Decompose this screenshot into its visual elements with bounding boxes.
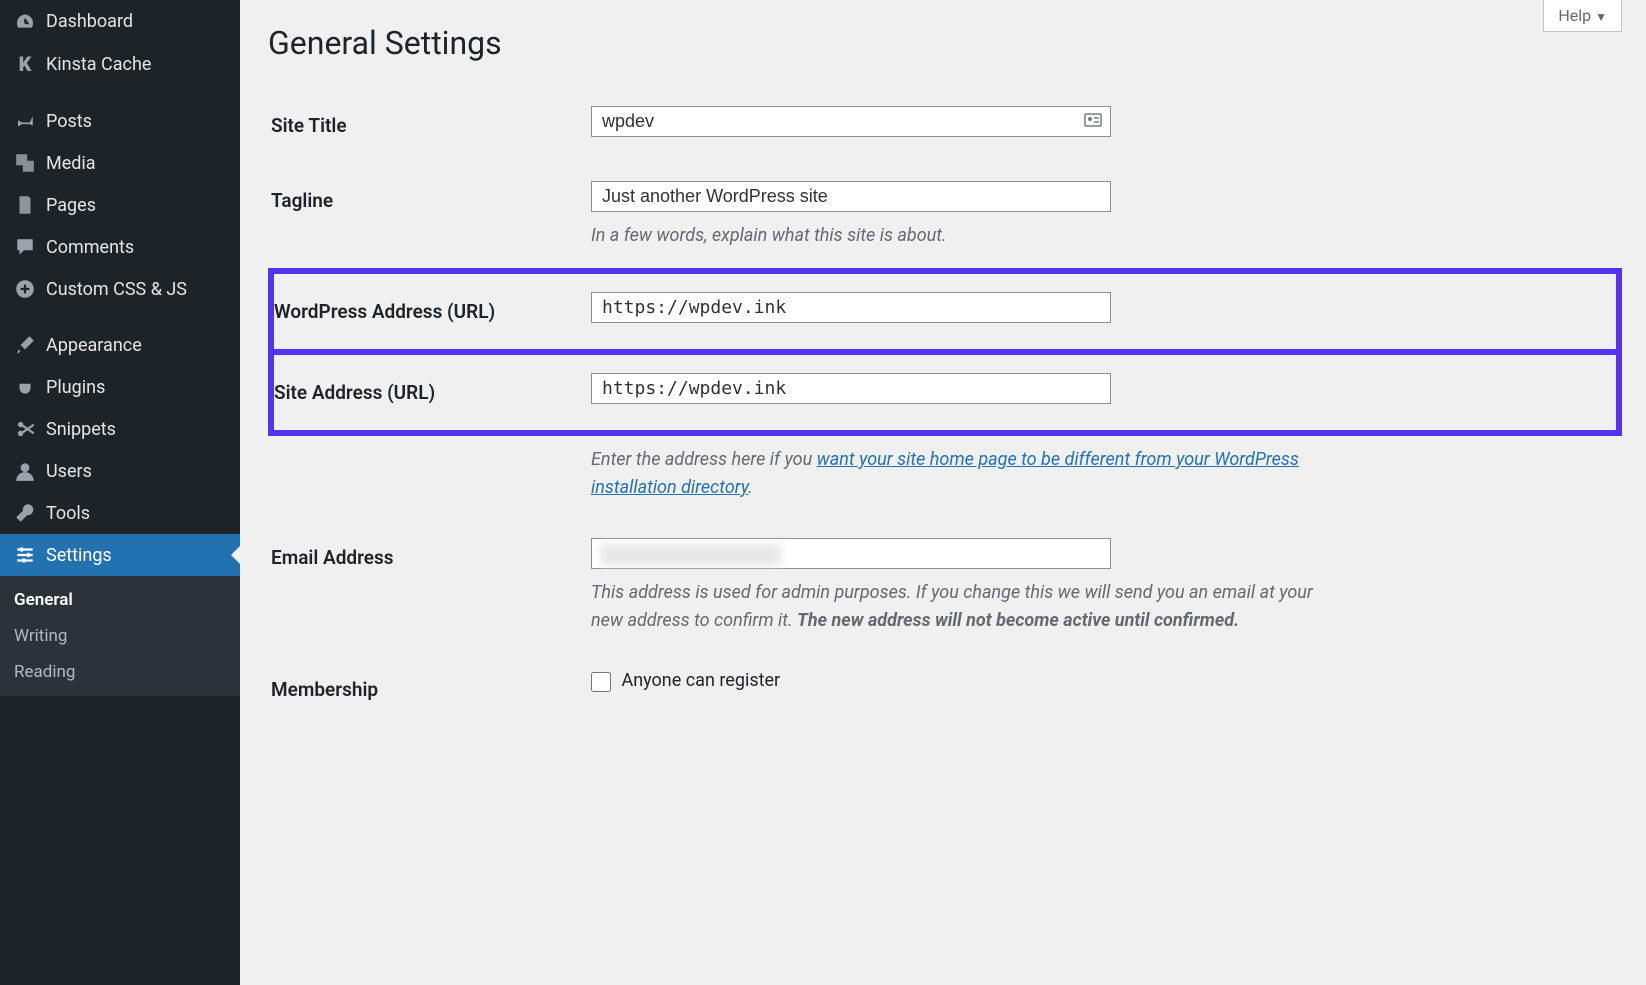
sidebar-item-comments[interactable]: Comments: [0, 226, 240, 268]
sidebar-item-pages[interactable]: Pages: [0, 184, 240, 226]
submenu-item-general[interactable]: General: [0, 582, 240, 618]
kinsta-icon: K: [10, 52, 40, 76]
comments-icon: [10, 236, 40, 258]
sidebar-item-label: Comments: [40, 237, 134, 258]
sidebar-item-label: Posts: [40, 111, 92, 132]
sidebar-separator: [0, 310, 240, 324]
sidebar-item-label: Kinsta Cache: [40, 54, 151, 75]
site-title-input[interactable]: [591, 106, 1111, 137]
sidebar-item-label: Appearance: [40, 335, 142, 356]
sidebar-item-kinsta-cache[interactable]: K Kinsta Cache: [0, 42, 240, 86]
sliders-icon: [10, 544, 40, 566]
site-url-input[interactable]: [591, 373, 1111, 404]
sidebar-item-plugins[interactable]: Plugins: [0, 366, 240, 408]
settings-form: Site Title Tagline In a few words, expla…: [268, 88, 1622, 727]
sidebar-item-label: Snippets: [40, 419, 116, 440]
tagline-description: In a few words, explain what this site i…: [591, 222, 1331, 250]
sidebar-item-snippets[interactable]: Snippets: [0, 408, 240, 450]
sidebar-item-label: Users: [40, 461, 92, 482]
anyone-can-register-checkbox[interactable]: [591, 672, 611, 692]
plug-icon: [10, 376, 40, 398]
pages-icon: [10, 194, 40, 216]
dashboard-icon: [10, 10, 40, 32]
sidebar-item-custom-css-js[interactable]: Custom CSS & JS: [0, 268, 240, 310]
sidebar-item-media[interactable]: Media: [0, 142, 240, 184]
wordpress-url-input[interactable]: [591, 292, 1111, 323]
site-url-description: Enter the address here if you want your …: [591, 446, 1331, 502]
sidebar-item-settings[interactable]: Settings: [0, 534, 240, 576]
email-description: This address is used for admin purposes.…: [591, 579, 1331, 635]
user-icon: [10, 460, 40, 482]
settings-submenu: General Writing Reading: [0, 576, 240, 696]
main-content: Help▼ General Settings Site Title Taglin…: [240, 0, 1646, 985]
submenu-item-writing[interactable]: Writing: [0, 618, 240, 654]
sidebar-item-label: Pages: [40, 195, 96, 216]
sidebar-item-label: Media: [40, 153, 96, 174]
submenu-item-reading[interactable]: Reading: [0, 654, 240, 690]
plus-circle-icon: [10, 278, 40, 300]
membership-checkbox-label[interactable]: Anyone can register: [591, 670, 780, 691]
sidebar-item-tools[interactable]: Tools: [0, 492, 240, 534]
admin-sidebar: Dashboard K Kinsta Cache Posts Media Pag…: [0, 0, 240, 985]
sidebar-item-users[interactable]: Users: [0, 450, 240, 492]
sidebar-item-dashboard[interactable]: Dashboard: [0, 0, 240, 42]
contact-card-icon: [1083, 110, 1103, 134]
label-membership: Membership: [271, 652, 591, 727]
sidebar-item-label: Tools: [40, 503, 90, 524]
sidebar-separator: [0, 86, 240, 100]
label-site-title: Site Title: [271, 88, 591, 163]
wrench-icon: [10, 502, 40, 524]
scissors-icon: [10, 418, 40, 440]
redacted-email: [601, 544, 781, 566]
label-tagline: Tagline: [271, 163, 591, 271]
chevron-down-icon: ▼: [1595, 10, 1607, 24]
sidebar-item-posts[interactable]: Posts: [0, 100, 240, 142]
media-icon: [10, 152, 40, 174]
label-site-url: Site Address (URL): [271, 352, 591, 433]
label-email-address: Email Address: [271, 520, 591, 653]
brush-icon: [10, 334, 40, 356]
pin-icon: [10, 110, 40, 132]
sidebar-item-label: Custom CSS & JS: [40, 279, 187, 300]
sidebar-item-label: Dashboard: [40, 11, 133, 32]
sidebar-item-appearance[interactable]: Appearance: [0, 324, 240, 366]
tagline-input[interactable]: [591, 181, 1111, 212]
sidebar-item-label: Settings: [40, 545, 112, 566]
page-title: General Settings: [268, 24, 1622, 62]
label-wordpress-url: WordPress Address (URL): [271, 271, 591, 352]
help-tab[interactable]: Help▼: [1543, 0, 1622, 32]
sidebar-item-label: Plugins: [40, 377, 105, 398]
